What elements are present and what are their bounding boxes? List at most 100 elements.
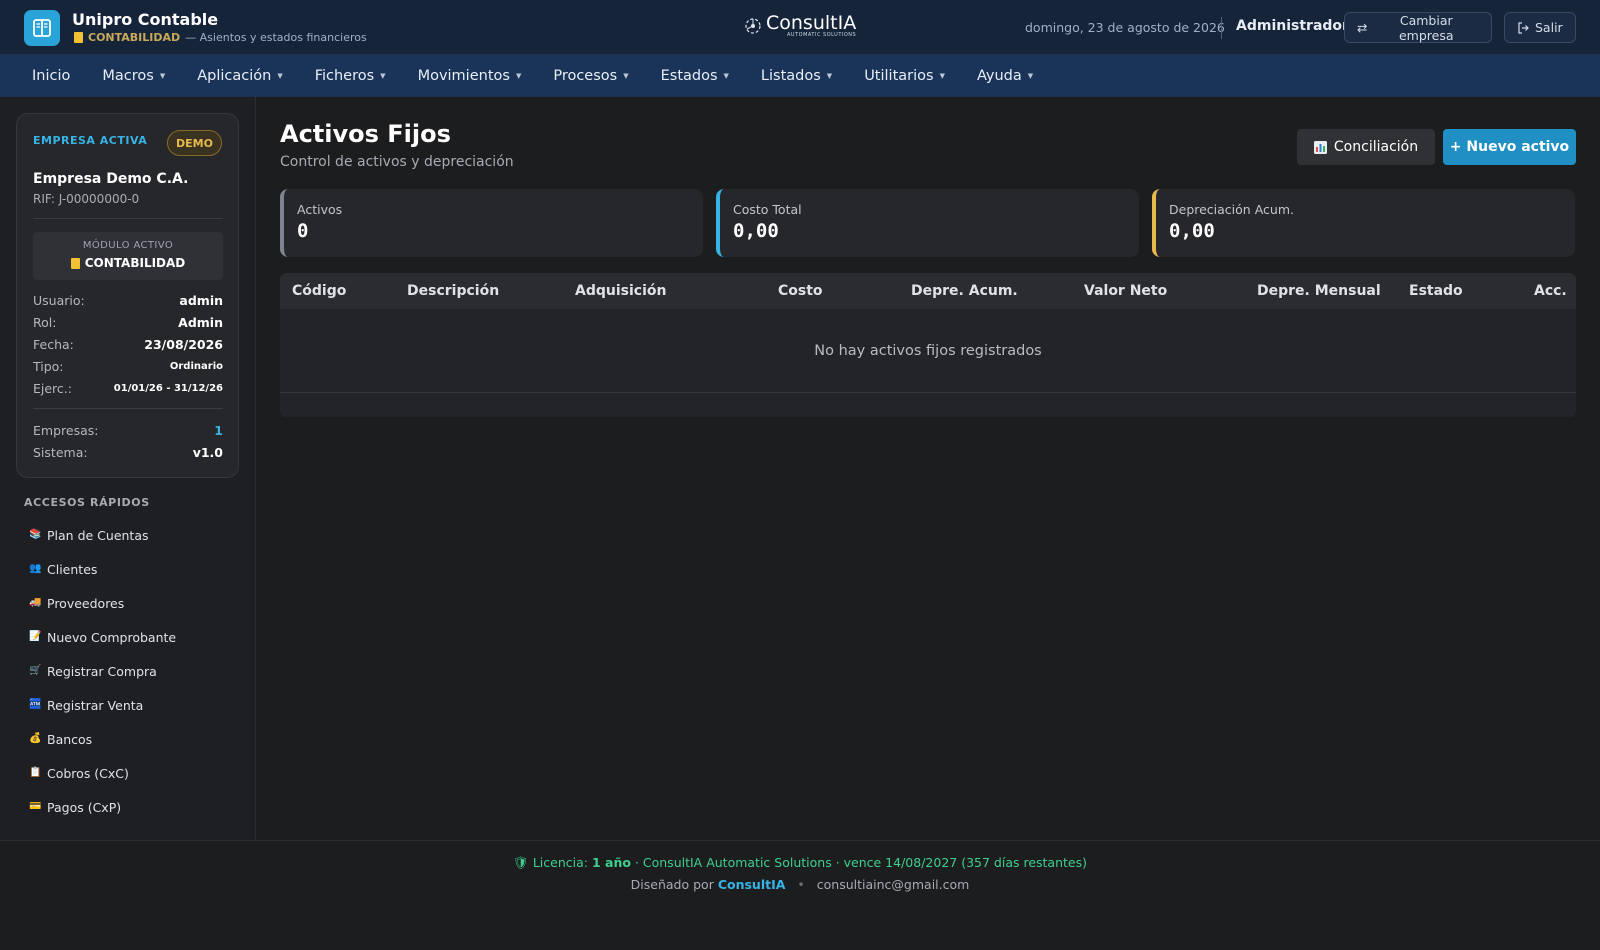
document-icon: 📝 [29,631,42,642]
quick-item-proveedores[interactable]: 🚚 Proveedores [29,591,124,615]
stat-card-costo-total: Costo Total 0,00 [716,189,1139,257]
quick-access-title: ACCESOS RÁPIDOS [24,496,150,509]
quick-item-label: Clientes [47,561,98,577]
cart-icon: 🛒 [29,665,42,676]
brand-logo: ConsultIA AUTOMATIC SOLUTIONS [744,11,856,41]
switch-company-button[interactable]: ⇄ Cambiar empresa [1344,12,1492,43]
people-icon: 👥 [29,563,42,574]
designed-by-label: Diseñado por [630,877,714,892]
column-header-estado[interactable]: Estado [1409,283,1463,299]
logout-button[interactable]: Salir [1504,12,1576,43]
quick-item-bancos[interactable]: 💰 Bancos [29,727,92,751]
column-header-depre-acum[interactable]: Depre. Acum. [911,283,1018,299]
caret-down-icon: ▼ [159,72,166,80]
books-icon: 📚 [29,529,42,540]
menu-movimientos[interactable]: Movimientos ▼ [402,55,538,97]
detail-key: Rol: [33,314,57,330]
column-header-descripcion[interactable]: Descripción [407,283,499,299]
detail-key: Tipo: [33,358,64,374]
stat-card-depreciacion: Depreciación Acum. 0,00 [1152,189,1575,257]
column-header-valor-neto[interactable]: Valor Neto [1084,283,1167,299]
column-header-depre-mensual[interactable]: Depre. Mensual [1257,283,1381,299]
column-header-adquisicion[interactable]: Adquisición [575,283,666,299]
quick-item-cobros[interactable]: 📋 Cobros (CxC) [29,761,129,785]
stat-key: Sistema: [33,444,88,460]
divider [33,218,223,219]
current-user[interactable]: Administrador [1236,18,1349,34]
module-icon [70,257,80,269]
license-term: 1 año [591,855,631,870]
receipt-icon: 📋 [29,767,42,778]
menu-aplicacion[interactable]: Aplicación ▼ [181,55,299,97]
shield-icon: 🛡 [512,855,529,870]
quick-item-label: Nuevo Comprobante [47,629,177,645]
quick-item-registrar-compra[interactable]: 🛒 Registrar Compra [29,659,157,683]
page-subtitle: Control de activos y depreciación [280,154,514,170]
stat-value: v1.0 [192,444,223,460]
quick-item-nuevo-comprobante[interactable]: 📝 Nuevo Comprobante [29,625,176,649]
stat-label: Depreciación Acum. [1169,202,1294,217]
bar-chart-icon [1313,140,1327,154]
stat-value: 0,00 [733,220,779,242]
current-date: domingo, 23 de agosto de 2026 [1025,20,1225,35]
column-header-codigo[interactable]: Código [292,283,346,299]
module-icon [74,32,83,43]
stat-card-activos: Activos 0 [280,189,703,257]
quick-item-plan-de-cuentas[interactable]: 📚 Plan de Cuentas [29,523,149,547]
contact-email[interactable]: consultiainc@gmail.com [817,877,970,892]
menu-utilitarios[interactable]: Utilitarios ▼ [848,55,961,97]
license-prefix: Licencia: [532,855,588,870]
reconcile-label: Conciliación [1333,139,1419,155]
menu-label: Aplicación [197,68,272,84]
stat-label: Costo Total [733,202,802,217]
menu-label: Procesos [553,68,618,84]
menu-listados[interactable]: Listados ▼ [745,55,848,97]
quick-item-label: Plan de Cuentas [47,527,149,543]
active-module-box: MÓDULO ACTIVO CONTABILIDAD [33,232,223,280]
stat-row-empresas: Empresas: 1 [33,420,223,440]
license-details: · ConsultIA Automatic Solutions · vence … [634,855,1087,870]
app-logo-icon[interactable] [24,10,60,46]
menu-procesos[interactable]: Procesos ▼ [537,55,644,97]
column-header-costo[interactable]: Costo [778,283,823,299]
detail-row-rol: Rol: Admin [33,312,223,332]
menu-label: Ficheros [314,68,375,84]
menu-label: Utilitarios [864,68,934,84]
new-asset-button[interactable]: + Nuevo activo [1443,129,1576,165]
menu-estados[interactable]: Estados ▼ [645,55,745,97]
assets-table: Código Descripción Adquisición Costo Dep… [280,273,1576,417]
logout-label: Salir [1535,20,1563,35]
stat-label: Activos [297,202,343,217]
active-company-label: EMPRESA ACTIVA [33,134,148,147]
header-divider [1221,17,1222,39]
caret-down-icon: ▼ [515,72,522,80]
detail-row-tipo: Tipo: Ordinario [33,356,223,376]
menu-label: Ayuda [976,68,1022,84]
detail-value: 23/08/2026 [144,336,223,352]
detail-value: admin [179,292,223,308]
detail-value: 01/01/26 - 31/12/26 [113,382,223,394]
active-module-label: MÓDULO ACTIVO [82,240,174,251]
quick-item-pagos[interactable]: 💳 Pagos (CxP) [29,795,121,819]
top-bar: Unipro Contable CONTABILIDAD — Asientos … [0,0,1600,55]
reconcile-button[interactable]: Conciliación [1297,129,1435,165]
module-name: CONTABILIDAD [88,31,181,44]
menu-label: Estados [660,68,718,84]
quick-item-registrar-venta[interactable]: 🏧 Registrar Venta [29,693,143,717]
menu-ayuda[interactable]: Ayuda ▼ [961,55,1049,97]
menu-macros[interactable]: Macros ▼ [86,55,181,97]
caret-down-icon: ▼ [623,72,629,80]
detail-key: Fecha: [33,336,74,352]
app-title: Unipro Contable [72,10,219,29]
active-company-card: EMPRESA ACTIVA DEMO Empresa Demo C.A. RI… [16,113,239,478]
designer-link[interactable]: ConsultIA [718,877,786,892]
quick-item-clientes[interactable]: 👥 Clientes [29,557,97,581]
menu-ficheros[interactable]: Ficheros ▼ [299,55,402,97]
detail-row-ejercicio: Ejerc.: 01/01/26 - 31/12/26 [33,378,223,398]
stat-value: 0 [297,220,309,242]
credit-card-icon: 💳 [29,801,42,812]
menu-inicio[interactable]: Inicio [16,55,86,97]
divider [33,408,223,409]
column-header-acciones[interactable]: Acc. [1534,283,1567,299]
quick-item-label: Registrar Venta [47,697,144,713]
